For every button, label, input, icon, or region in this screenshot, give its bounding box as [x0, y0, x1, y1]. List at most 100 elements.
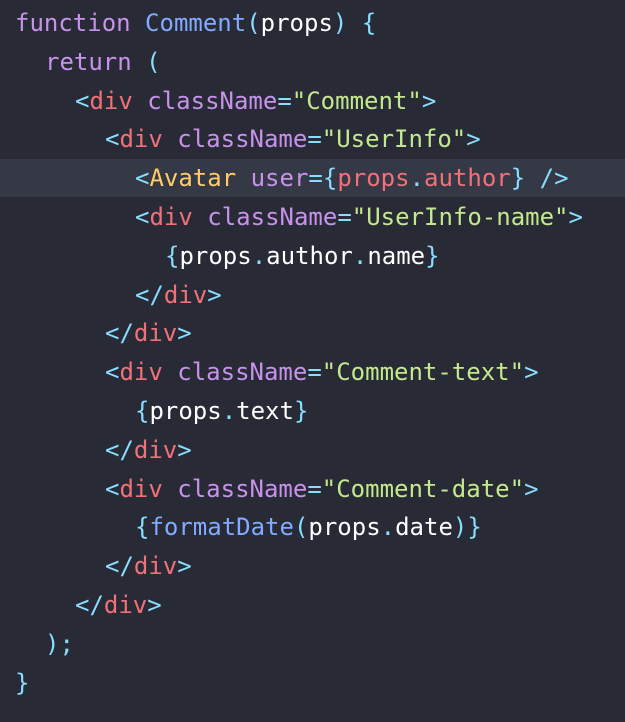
- code-token-identifier: [131, 9, 145, 37]
- code-token-punct: (: [146, 47, 161, 76]
- code-token-attr: className: [177, 474, 308, 503]
- code-token-punct: >: [177, 319, 192, 348]
- code-token-punct: <: [135, 164, 150, 193]
- code-token-attr: user: [250, 164, 309, 193]
- code-token-punct: >: [524, 358, 539, 387]
- code-token-identifier: [163, 358, 177, 386]
- code-token-identifier: [236, 164, 250, 192]
- code-token-component: Avatar: [149, 164, 237, 193]
- code-token-tag: div: [133, 319, 178, 348]
- code-token-keyword: return: [45, 47, 132, 76]
- code-line[interactable]: function Comment(props) {: [0, 4, 625, 42]
- code-token-identifier: [193, 203, 207, 231]
- code-token-tag: author: [424, 164, 511, 193]
- code-token-tag: div: [119, 358, 163, 387]
- code-line[interactable]: <div className="Comment">: [0, 82, 625, 120]
- code-line[interactable]: </div>: [0, 547, 625, 585]
- code-token-tag: div: [149, 203, 193, 231]
- code-editor[interactable]: function Comment(props) {return (<div cl…: [0, 0, 625, 722]
- code-token-punct: </: [105, 552, 134, 581]
- code-token-punct: .: [409, 164, 425, 193]
- code-token-identifier: [133, 87, 147, 115]
- code-token-punct: .: [221, 397, 237, 425]
- code-token-punct: =: [307, 125, 322, 154]
- code-token-punct: {: [361, 9, 377, 37]
- code-token-punct: ): [45, 629, 60, 658]
- code-token-punct: {: [322, 164, 338, 193]
- code-token-identifier: text: [236, 397, 294, 425]
- code-line[interactable]: );: [0, 625, 625, 663]
- code-line[interactable]: <div className="Comment-date">: [0, 470, 625, 508]
- code-token-identifier: [347, 9, 361, 37]
- code-token-punct: }: [467, 513, 482, 542]
- code-line[interactable]: <div className="Comment-text">: [0, 353, 625, 391]
- code-token-attr: className: [207, 203, 338, 231]
- code-token-punct: (: [246, 9, 261, 37]
- code-token-punct: </: [105, 319, 134, 348]
- code-token-identifier: props: [308, 513, 381, 542]
- code-token-function: Comment: [145, 9, 247, 37]
- code-line[interactable]: <div className="UserInfo">: [0, 120, 625, 158]
- code-token-punct: />: [539, 164, 569, 193]
- code-token-punct: =: [337, 203, 352, 231]
- code-token-punct: {: [165, 241, 180, 270]
- code-token-keyword: function: [15, 9, 131, 37]
- code-line[interactable]: {props.text}: [0, 392, 625, 430]
- code-token-punct: =: [307, 358, 322, 387]
- code-token-string: "UserInfo-name": [351, 203, 569, 231]
- code-token-punct: (: [293, 513, 309, 542]
- code-token-punct: .: [352, 241, 368, 270]
- code-token-punct: <: [105, 358, 120, 387]
- code-token-punct: ): [452, 513, 468, 542]
- code-token-punct: >: [177, 552, 192, 581]
- code-token-identifier: date: [395, 513, 453, 542]
- code-token-tag: props: [337, 164, 410, 193]
- code-token-attr: className: [177, 125, 308, 154]
- code-token-punct: ): [332, 9, 348, 37]
- code-token-punct: >: [466, 125, 481, 154]
- code-token-punct: <: [75, 86, 90, 115]
- code-token-punct: >: [421, 86, 437, 115]
- code-token-string: "Comment-date": [321, 474, 525, 503]
- code-token-punct: </: [75, 591, 104, 619]
- code-line[interactable]: </div>: [0, 586, 625, 624]
- code-token-identifier: name: [367, 241, 426, 270]
- code-token-identifier: [132, 48, 146, 76]
- code-token-punct: .: [380, 513, 396, 542]
- code-token-punct: <: [105, 474, 120, 503]
- code-token-identifier: props: [179, 241, 252, 270]
- code-token-punct: </: [105, 435, 134, 464]
- code-token-tag: div: [133, 552, 178, 581]
- code-token-string: "Comment": [291, 86, 422, 115]
- code-line[interactable]: </div>: [0, 314, 625, 352]
- code-line-highlighted[interactable]: <Avatar user={props.author} />: [0, 159, 625, 198]
- code-line[interactable]: return (: [0, 43, 625, 81]
- code-token-punct: }: [15, 668, 30, 697]
- code-token-identifier: props: [260, 9, 333, 37]
- code-token-tag: div: [163, 280, 208, 309]
- code-token-punct: <: [135, 203, 150, 231]
- code-line[interactable]: </div>: [0, 431, 625, 469]
- code-token-punct: <: [105, 125, 120, 154]
- code-token-punct: }: [293, 397, 309, 425]
- code-token-punct: }: [510, 164, 526, 193]
- code-line[interactable]: {props.author.name}: [0, 237, 625, 275]
- code-token-tag: div: [119, 125, 163, 154]
- code-line[interactable]: <div className="UserInfo-name">: [0, 198, 625, 236]
- code-token-attr: className: [177, 358, 308, 387]
- code-token-identifier: author: [266, 241, 353, 270]
- code-line[interactable]: }: [0, 664, 625, 702]
- code-token-identifier: [525, 164, 539, 192]
- code-token-punct: ;: [59, 629, 74, 658]
- code-token-function: formatDate: [149, 513, 294, 542]
- code-line[interactable]: {formatDate(props.date)}: [0, 508, 625, 546]
- code-line[interactable]: </div>: [0, 276, 625, 314]
- code-token-identifier: [163, 475, 177, 503]
- code-token-punct: {: [135, 513, 150, 542]
- code-token-identifier: [163, 125, 177, 153]
- code-token-punct: .: [251, 241, 267, 270]
- code-token-punct: >: [177, 435, 192, 464]
- code-token-punct: =: [308, 164, 323, 193]
- code-token-identifier: props: [149, 397, 222, 425]
- code-token-tag: div: [103, 591, 148, 619]
